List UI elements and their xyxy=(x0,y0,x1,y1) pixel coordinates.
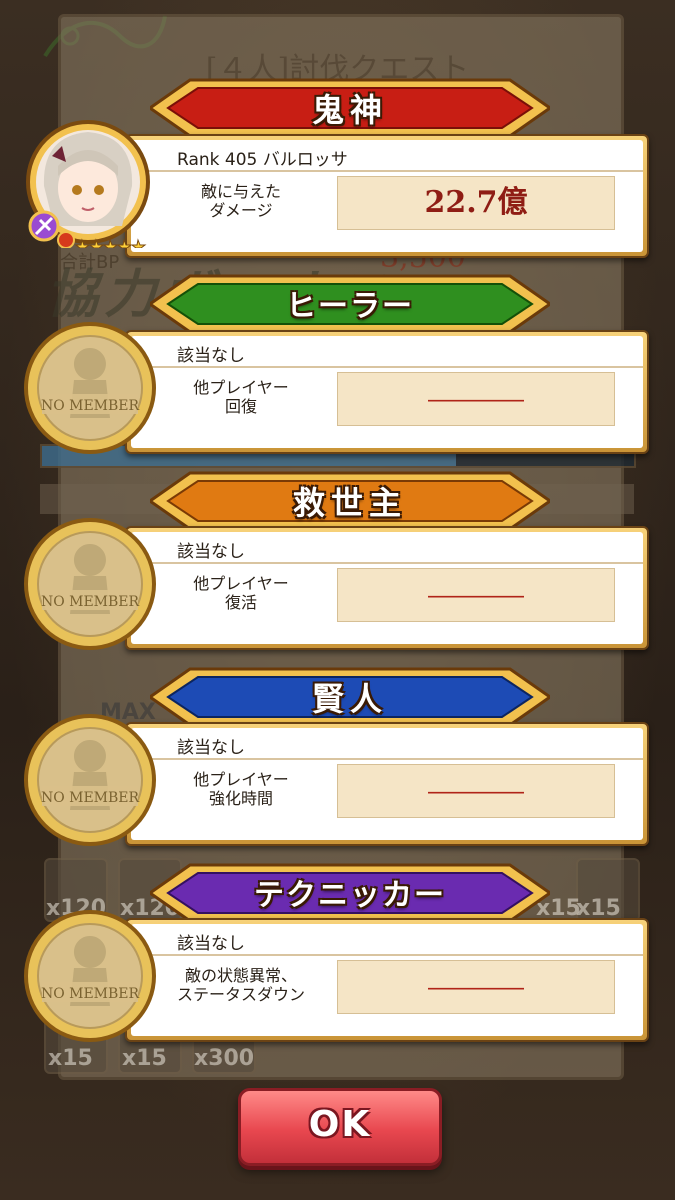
item-count: x300 xyxy=(194,1046,255,1071)
player-portrait xyxy=(26,120,150,248)
medal-text: NO MEMBER xyxy=(41,594,140,610)
stat-value: ―――― xyxy=(337,960,615,1014)
stat-value: ―――― xyxy=(337,764,615,818)
award-banner-sage: 賢人 xyxy=(150,665,550,729)
player-rank-name: 該当なし xyxy=(177,738,245,758)
award-title: 救世主 xyxy=(292,484,407,522)
medal-text: NO MEMBER xyxy=(41,398,140,414)
stat-label: 他プレイヤー 回復 xyxy=(193,378,289,416)
card-header: 該当なし xyxy=(131,728,643,760)
award-title: ヒーラー xyxy=(286,289,414,324)
award-banner-technician: テクニッカー xyxy=(150,861,550,925)
item-count: x15 xyxy=(122,1046,167,1071)
player-rank-name: 該当なし xyxy=(177,542,245,562)
card-header: 該当なし xyxy=(131,924,643,956)
award-card-technician: 該当なし 敵の状態異常、 ステータスダウン ―――― xyxy=(125,918,649,1042)
award-card-savior: 該当なし 他プレイヤー 復活 ―――― xyxy=(125,526,649,650)
award-card-sage: 該当なし 他プレイヤー 強化時間 ―――― xyxy=(125,722,649,846)
no-member-medal-icon: NO MEMBER xyxy=(24,518,156,650)
medal-text: NO MEMBER xyxy=(41,790,140,806)
card-header: 該当なし xyxy=(131,532,643,564)
award-banner-kishin: 鬼神 xyxy=(150,76,550,140)
stat-value: ―――― xyxy=(337,568,615,622)
no-member-medal-icon: NO MEMBER xyxy=(24,714,156,846)
player-rank-name: Rank 405 バルロッサ xyxy=(177,150,348,170)
no-member-medal-icon: NO MEMBER xyxy=(24,322,156,454)
award-card-healer: 該当なし 他プレイヤー 回復 ―――― xyxy=(125,330,649,454)
stat-label: 敵の状態異常、 ステータスダウン xyxy=(176,966,305,1004)
medal-text: NO MEMBER xyxy=(41,986,140,1002)
award-banner-savior: 救世主 xyxy=(150,469,550,533)
card-body: Rank 405 バルロッサ 敵に与えた ダメージ 22.7億 xyxy=(131,140,643,252)
award-title: 鬼神 xyxy=(311,91,388,129)
no-member-medal-icon: NO MEMBER xyxy=(24,910,156,1042)
stat-label: 他プレイヤー 強化時間 xyxy=(193,770,289,808)
award-title: テクニッカー xyxy=(254,878,446,913)
ok-button[interactable]: OK xyxy=(238,1088,442,1166)
card-body: 該当なし 他プレイヤー 強化時間 ―――― xyxy=(131,728,643,840)
player-rank-name: 該当なし xyxy=(177,934,245,954)
card-header: Rank 405 バルロッサ xyxy=(131,140,643,172)
award-title: 賢人 xyxy=(311,680,388,718)
stat-value: 22.7億 xyxy=(337,176,615,230)
player-rank-name: 該当なし xyxy=(177,346,245,366)
card-body: 該当なし 他プレイヤー 回復 ―――― xyxy=(131,336,643,448)
award-card-kishin: Rank 405 バルロッサ 敵に与えた ダメージ 22.7億 xyxy=(125,134,649,258)
card-header: 該当なし xyxy=(131,336,643,368)
award-banner-healer: ヒーラー xyxy=(150,272,550,336)
stat-value: ―――― xyxy=(337,372,615,426)
card-body: 該当なし 敵の状態異常、 ステータスダウン ―――― xyxy=(131,924,643,1036)
item-count: x15 xyxy=(48,1046,93,1071)
stat-label: 敵に与えた ダメージ xyxy=(200,182,281,220)
card-body: 該当なし 他プレイヤー 復活 ―――― xyxy=(131,532,643,644)
stat-label: 他プレイヤー 復活 xyxy=(193,574,289,612)
